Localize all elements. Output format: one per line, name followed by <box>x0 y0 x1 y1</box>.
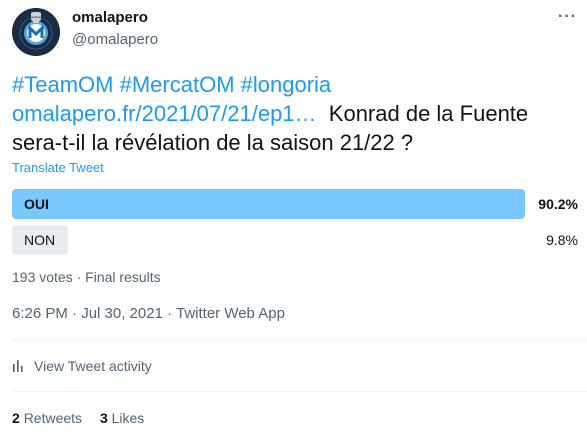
divider <box>12 391 587 392</box>
view-tweet-activity-label: View Tweet activity <box>34 358 152 374</box>
engagement-stats: 2 Retweets 3 Likes <box>12 410 158 426</box>
poll-option-percent: 90.2% <box>538 196 578 212</box>
view-tweet-activity-link[interactable]: View Tweet activity <box>12 358 152 374</box>
likes-count: 3 <box>99 410 108 426</box>
retweets-count: 2 <box>12 410 20 426</box>
article-link[interactable]: omalapero.fr/2021/07/21/ep1… <box>12 101 317 126</box>
poll-option-oui: OUI 90.2% <box>12 189 578 219</box>
hashtag-link[interactable]: #longoria <box>241 72 332 97</box>
avatar[interactable] <box>12 8 60 56</box>
hashtag-link[interactable]: #TeamOM <box>12 72 113 97</box>
omalapero-logo-icon <box>12 8 60 56</box>
more-dots-icon[interactable]: ··· <box>558 8 577 26</box>
tweet-timestamp[interactable]: 6:26 PM · Jul 30, 2021 · Twitter Web App <box>12 305 285 322</box>
author-display-name[interactable]: omalapero <box>72 9 148 26</box>
retweets-stat[interactable]: 2 Retweets <box>12 410 82 426</box>
divider <box>12 339 587 340</box>
poll-option-label: NON <box>24 232 56 248</box>
retweets-label: Retweets <box>23 410 83 426</box>
poll-summary: 193 votes · Final results <box>12 269 161 285</box>
likes-stat[interactable]: 3 Likes <box>100 410 144 426</box>
tweet-text: #TeamOM #MercatOM #longoria omalapero.fr… <box>12 70 577 157</box>
poll-option-percent: 9.8% <box>546 232 578 248</box>
hashtag-link[interactable]: #MercatOM <box>120 72 235 97</box>
poll-result-bar <box>12 189 525 219</box>
poll-option-non: NON 9.8% <box>12 225 578 255</box>
bar-chart-icon <box>13 360 23 372</box>
likes-label: Likes <box>111 410 145 426</box>
poll-option-label: OUI <box>24 196 49 212</box>
author-handle[interactable]: @omalapero <box>72 31 158 48</box>
translate-tweet-link[interactable]: Translate Tweet <box>12 160 104 175</box>
